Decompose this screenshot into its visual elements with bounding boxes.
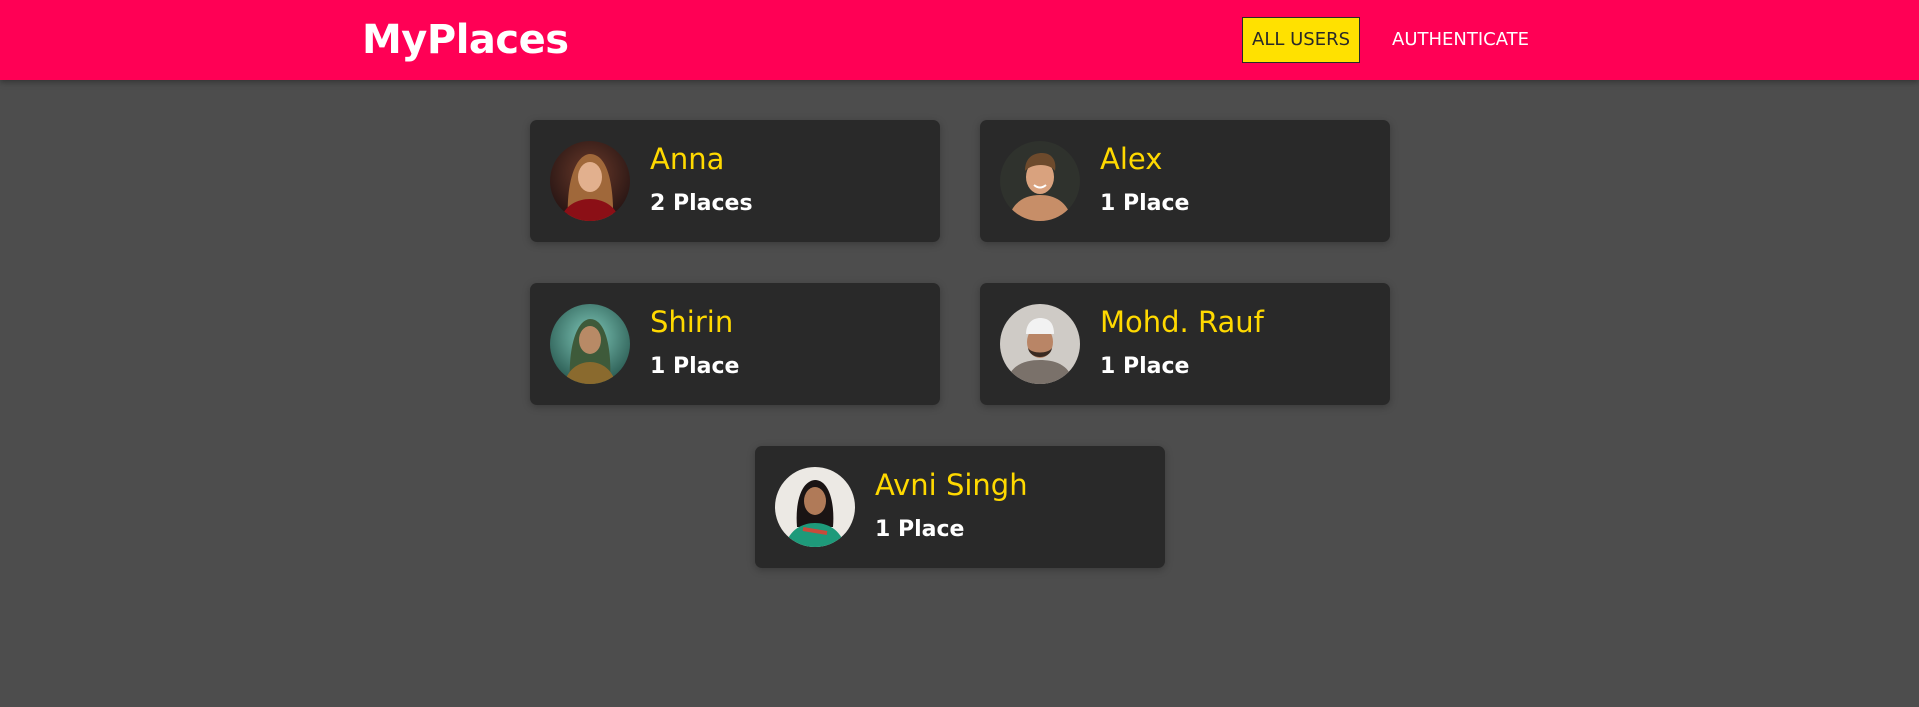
logo-link[interactable]: MyPlaces xyxy=(362,14,569,66)
main-header: MyPlaces ALL USERS AUTHENTICATE xyxy=(0,0,1919,80)
user-card-mohd-rauf[interactable]: Mohd. Rauf 1 Place xyxy=(980,283,1390,405)
user-card-anna[interactable]: Anna 2 Places xyxy=(530,120,940,242)
user-name: Alex xyxy=(1100,142,1163,176)
user-name: Avni Singh xyxy=(875,468,1028,502)
user-name: Shirin xyxy=(650,305,734,339)
user-card-shirin[interactable]: Shirin 1 Place xyxy=(530,283,940,405)
avatar-alex-image xyxy=(1000,141,1080,221)
user-place-count: 1 Place xyxy=(1100,354,1190,379)
user-name: Anna xyxy=(650,142,725,176)
user-avatar-shirin xyxy=(550,304,630,384)
user-place-count: 1 Place xyxy=(650,354,740,379)
user-avatar-alex xyxy=(1000,141,1080,221)
user-place-count: 1 Place xyxy=(875,517,965,542)
user-name: Mohd. Rauf xyxy=(1100,305,1264,339)
user-card-alex[interactable]: Alex 1 Place xyxy=(980,120,1390,242)
avatar-avni-singh-image xyxy=(775,467,855,547)
avatar-shirin-image xyxy=(550,304,630,384)
nav-authenticate-link[interactable]: AUTHENTICATE xyxy=(1382,17,1539,63)
user-avatar-anna xyxy=(550,141,630,221)
user-place-count: 1 Place xyxy=(1100,191,1190,216)
avatar-mohd-rauf-image xyxy=(1000,304,1080,384)
user-place-count: 2 Places xyxy=(650,191,753,216)
nav-all-users-link[interactable]: ALL USERS xyxy=(1242,17,1360,63)
avatar-anna-image xyxy=(550,141,630,221)
user-card-avni-singh[interactable]: Avni Singh 1 Place xyxy=(755,446,1165,568)
user-avatar-avni-singh xyxy=(775,467,855,547)
user-avatar-mohd-rauf xyxy=(1000,304,1080,384)
